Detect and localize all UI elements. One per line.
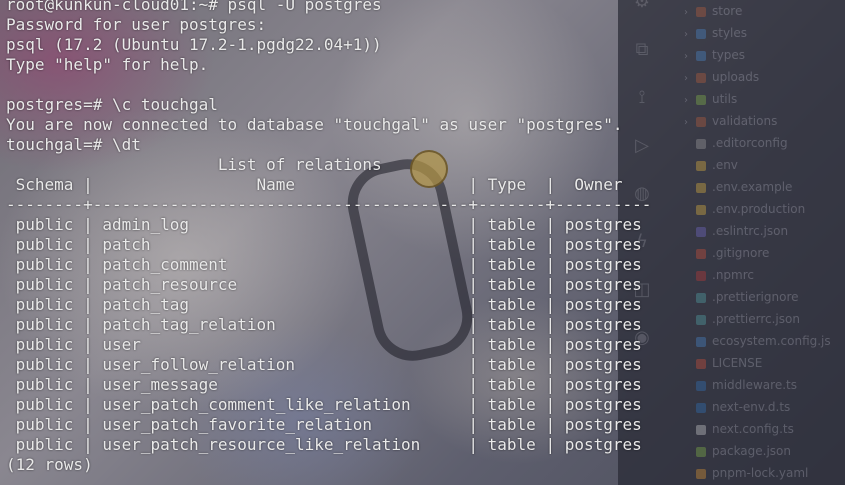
folder-icon bbox=[696, 6, 706, 17]
explorer-item-label: LICENSE bbox=[712, 356, 763, 370]
js-icon bbox=[696, 336, 706, 347]
yaml-icon bbox=[696, 468, 706, 479]
terminal-line: Password for user postgres: bbox=[6, 15, 267, 34]
folder-icon bbox=[696, 94, 706, 105]
terminal-line: --------+-------------------------------… bbox=[6, 195, 652, 214]
explorer-item[interactable]: package.json bbox=[696, 440, 791, 462]
explorer-item[interactable]: ecosystem.config.js bbox=[696, 330, 831, 352]
explorer-item-label: next-env.d.ts bbox=[712, 400, 791, 414]
explorer-item[interactable]: .editorconfig bbox=[696, 132, 788, 154]
terminal-line: public | user_message | table | postgres bbox=[6, 375, 642, 394]
explorer-item-label: .editorconfig bbox=[712, 136, 788, 150]
npm-icon bbox=[696, 270, 706, 281]
explorer-item[interactable]: .npmrc bbox=[696, 264, 754, 286]
chevron-right-icon: › bbox=[684, 51, 688, 62]
eslint-icon bbox=[696, 226, 706, 237]
terminal-line: You are now connected to database "touch… bbox=[6, 115, 623, 134]
terminal-line: Schema | Name | Type | Owner bbox=[6, 175, 623, 194]
json-icon bbox=[696, 446, 706, 457]
explorer-item[interactable]: .env.production bbox=[696, 198, 805, 220]
explorer-item-label: middleware.ts bbox=[712, 378, 797, 392]
explorer-item-label: .prettierignore bbox=[712, 290, 799, 304]
explorer-item[interactable]: › uploads bbox=[684, 66, 759, 88]
terminal-line: public | user_follow_relation | table | … bbox=[6, 355, 642, 374]
chevron-right-icon: › bbox=[684, 73, 688, 84]
terminal-line: public | patch_comment | table | postgre… bbox=[6, 255, 642, 274]
explorer-item-label: .env.production bbox=[712, 202, 806, 216]
terminal-line: List of relations bbox=[6, 155, 382, 174]
terminal-line: public | user_patch_resource_like_relati… bbox=[6, 435, 642, 454]
explorer-item-label: .prettierrc.json bbox=[712, 312, 800, 326]
ts-icon bbox=[696, 402, 706, 413]
folder-icon bbox=[696, 28, 706, 39]
chevron-right-icon: › bbox=[684, 7, 688, 18]
explorer-item-label: .env bbox=[712, 158, 738, 172]
terminal-output[interactable]: root@kunkun-cloud01:~# psql -U postgres P… bbox=[6, 0, 652, 475]
next-icon bbox=[696, 424, 706, 435]
explorer-item[interactable]: › types bbox=[684, 44, 745, 66]
explorer-item[interactable]: next.config.ts bbox=[696, 418, 794, 440]
explorer-item[interactable]: .env.example bbox=[696, 176, 792, 198]
env-icon bbox=[696, 182, 706, 193]
explorer-item-label: .env.example bbox=[712, 180, 793, 194]
explorer-item[interactable]: .gitignore bbox=[696, 242, 769, 264]
explorer-item[interactable]: › store bbox=[684, 0, 742, 22]
explorer-item[interactable]: pnpm-lock.yaml bbox=[696, 462, 808, 484]
explorer-item-label: next.config.ts bbox=[712, 422, 794, 436]
terminal-line: public | user_patch_comment_like_relatio… bbox=[6, 395, 642, 414]
explorer-item[interactable]: › utils bbox=[684, 88, 737, 110]
folder-icon bbox=[696, 72, 706, 83]
explorer-item-label: uploads bbox=[712, 70, 760, 84]
explorer-item-label: types bbox=[712, 48, 746, 62]
explorer-item-label: ecosystem.config.js bbox=[712, 334, 831, 348]
explorer-item[interactable]: .prettierignore bbox=[696, 286, 799, 308]
explorer-item[interactable]: .eslintrc.json bbox=[696, 220, 788, 242]
explorer-item[interactable]: › validations bbox=[684, 110, 777, 132]
chevron-right-icon: › bbox=[684, 95, 688, 106]
terminal-line: public | patch_tag_relation | table | po… bbox=[6, 315, 642, 334]
folder-icon bbox=[696, 116, 706, 127]
terminal-line: touchgal=# \dt bbox=[6, 135, 141, 154]
explorer-item[interactable]: .env bbox=[696, 154, 738, 176]
folder-icon bbox=[696, 50, 706, 61]
explorer-item-label: styles bbox=[712, 26, 748, 40]
terminal-line: Type "help" for help. bbox=[6, 55, 209, 74]
explorer-item-label: validations bbox=[712, 114, 778, 128]
gear-icon bbox=[696, 138, 706, 149]
terminal-line: public | admin_log | table | postgres bbox=[6, 215, 642, 234]
explorer-item[interactable]: › styles bbox=[684, 22, 747, 44]
explorer-item[interactable]: next-env.d.ts bbox=[696, 396, 790, 418]
env-icon bbox=[696, 160, 706, 171]
terminal-line: postgres=# \c touchgal bbox=[6, 95, 218, 114]
license-icon bbox=[696, 358, 706, 369]
env-icon bbox=[696, 204, 706, 215]
chevron-right-icon: › bbox=[684, 29, 688, 40]
explorer-item-label: store bbox=[712, 4, 743, 18]
terminal-line: public | patch_resource | table | postgr… bbox=[6, 275, 642, 294]
terminal-line: public | patch | table | postgres bbox=[6, 235, 642, 254]
terminal-line: (12 rows) bbox=[6, 455, 93, 474]
explorer-item[interactable]: LICENSE bbox=[696, 352, 762, 374]
git-icon bbox=[696, 248, 706, 259]
terminal-line: psql (17.2 (Ubuntu 17.2-1.pgdg22.04+1)) bbox=[6, 35, 382, 54]
prettier-icon bbox=[696, 314, 706, 325]
explorer-item-label: .eslintrc.json bbox=[712, 224, 789, 238]
explorer-item[interactable]: middleware.ts bbox=[696, 374, 797, 396]
explorer-item[interactable]: .prettierrc.json bbox=[696, 308, 800, 330]
explorer-item-label: pnpm-lock.yaml bbox=[712, 466, 809, 480]
terminal-line: public | patch_tag | table | postgres bbox=[6, 295, 642, 314]
explorer-item-label: utils bbox=[712, 92, 738, 106]
explorer-item-label: .gitignore bbox=[712, 246, 770, 260]
terminal-line: public | user_patch_favorite_relation | … bbox=[6, 415, 642, 434]
prettier-icon bbox=[696, 292, 706, 303]
terminal-line: root@kunkun-cloud01:~# psql -U postgres bbox=[6, 0, 382, 14]
ts-icon bbox=[696, 380, 706, 391]
explorer-item-label: .npmrc bbox=[712, 268, 754, 282]
terminal-line: public | user | table | postgres bbox=[6, 335, 642, 354]
file-explorer-tree: › store › styles › types › uploads › utils › valida… bbox=[680, 0, 845, 485]
chevron-right-icon: › bbox=[684, 117, 688, 128]
explorer-item-label: package.json bbox=[712, 444, 792, 458]
